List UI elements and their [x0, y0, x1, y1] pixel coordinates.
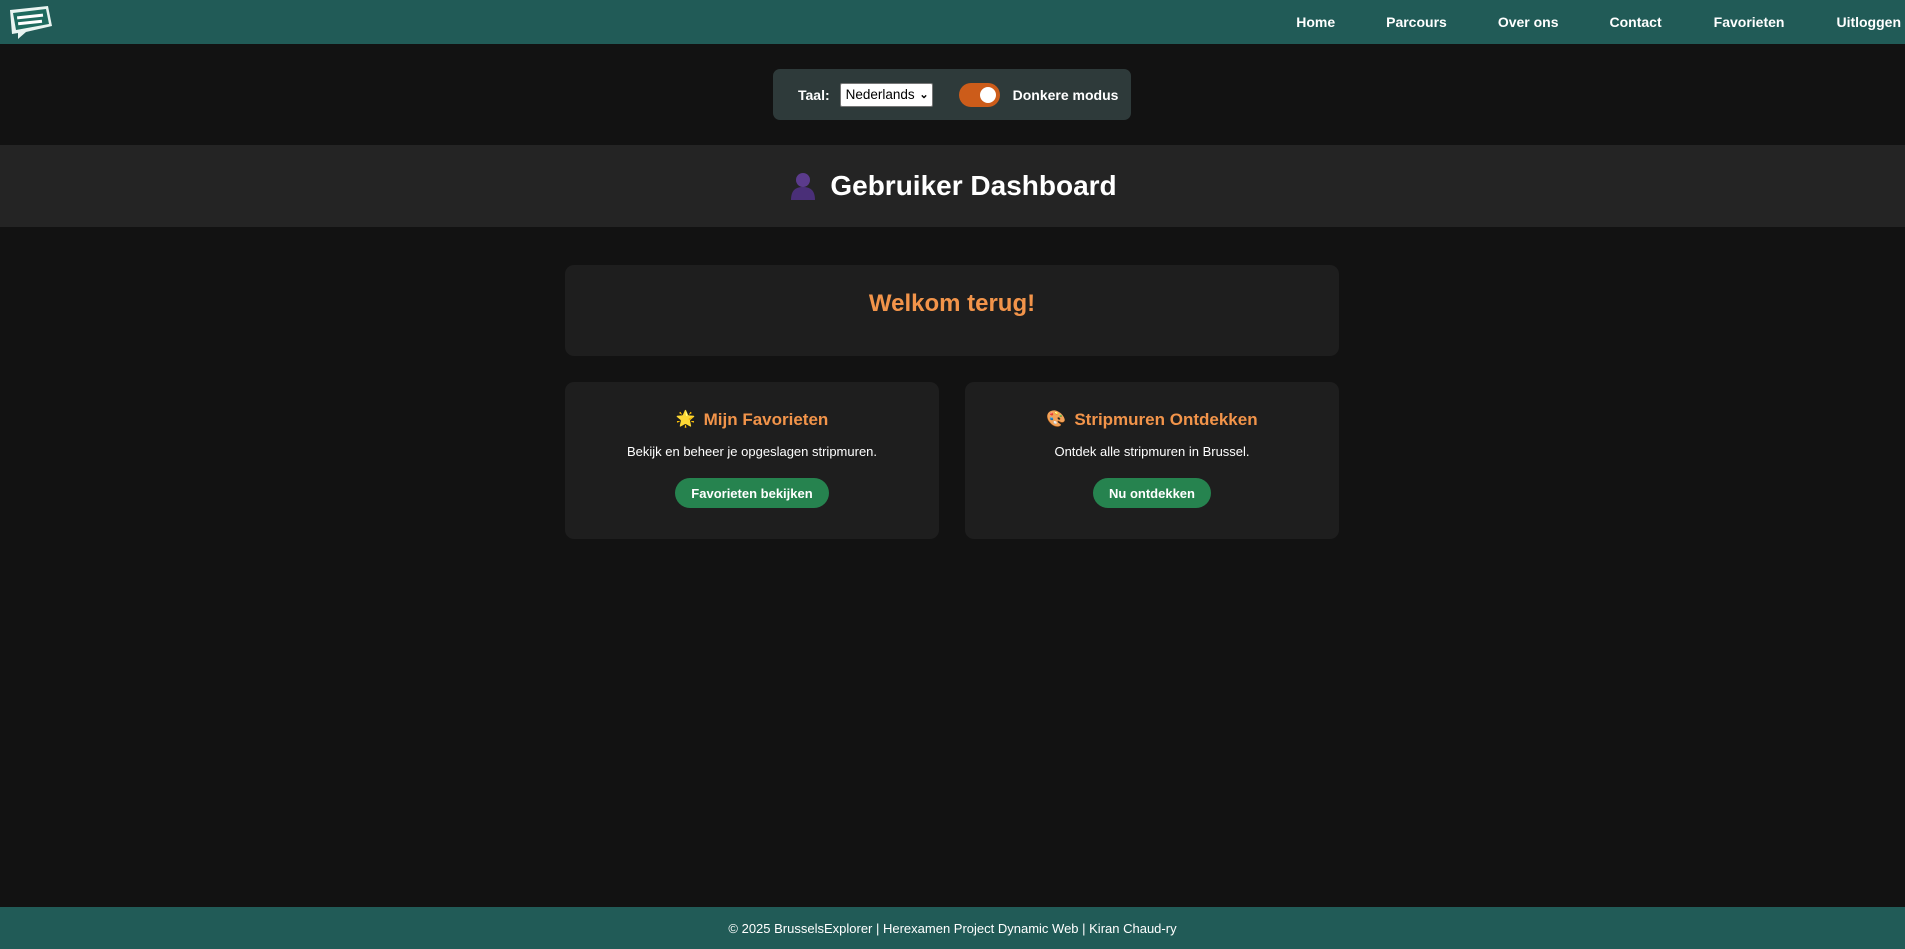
footer: © 2025 BrusselsExplorer | Herexamen Proj… [0, 907, 1905, 949]
nav-link-over-ons[interactable]: Over ons [1498, 14, 1559, 30]
favorites-card: 🌟 Mijn Favorieten Bekijk en beheer je op… [565, 382, 939, 539]
top-navbar: Home Parcours Over ons Contact Favoriete… [0, 0, 1905, 44]
card-title: Mijn Favorieten [703, 410, 829, 429]
language-label: Taal: [798, 86, 830, 103]
footer-text: © 2025 BrusselsExplorer | Herexamen Proj… [728, 920, 1177, 936]
chevron-down-icon: ⌄ [919, 89, 929, 101]
nav-link-uitloggen[interactable]: Uitloggen [1836, 14, 1901, 30]
card-heading: 🌟 Mijn Favorieten [676, 410, 829, 430]
palette-icon: 🎨 [1046, 411, 1067, 428]
page-title-wrap: Gebruiker Dashboard [788, 170, 1117, 202]
nav-link-favorieten[interactable]: Favorieten [1714, 14, 1785, 30]
language-select-value: Nederlands [845, 87, 915, 102]
nav-link-contact[interactable]: Contact [1610, 14, 1662, 30]
discover-now-button[interactable]: Nu ontdekken [1093, 478, 1211, 508]
welcome-card: Welkom terug! [565, 265, 1339, 356]
nav-link-home[interactable]: Home [1296, 14, 1335, 30]
sun-icon: 🌟 [675, 411, 696, 428]
dashboard-header: Gebruiker Dashboard [0, 145, 1905, 227]
discover-card: 🎨 Stripmuren Ontdekken Ontdek alle strip… [965, 382, 1339, 539]
logo-icon [10, 6, 52, 39]
view-favorites-button[interactable]: Favorieten bekijken [675, 478, 829, 508]
card-description: Bekijk en beheer je opgeslagen stripmure… [626, 444, 878, 459]
dark-mode-label: Donkere modus [1012, 86, 1119, 103]
card-heading: 🎨 Stripmuren Ontdekken [1046, 410, 1257, 430]
nav-link-parcours[interactable]: Parcours [1386, 14, 1447, 30]
page-title: Gebruiker Dashboard [830, 170, 1117, 201]
card-description: Ontdek alle stripmuren in Brussel. [1054, 444, 1250, 459]
settings-bar: Taal: Nederlands ⌄ Donkere modus [773, 69, 1131, 120]
card-title: Stripmuren Ontdekken [1074, 410, 1258, 429]
toggle-knob [979, 86, 996, 103]
dark-mode-toggle[interactable] [958, 82, 1000, 107]
main-nav: Home Parcours Over ons Contact Favoriete… [1296, 0, 1901, 44]
user-icon [791, 173, 816, 200]
brussels-explorer-logo[interactable] [8, 4, 54, 40]
welcome-title: Welkom terug! [868, 290, 1036, 317]
language-select[interactable]: Nederlands ⌄ [839, 82, 933, 107]
